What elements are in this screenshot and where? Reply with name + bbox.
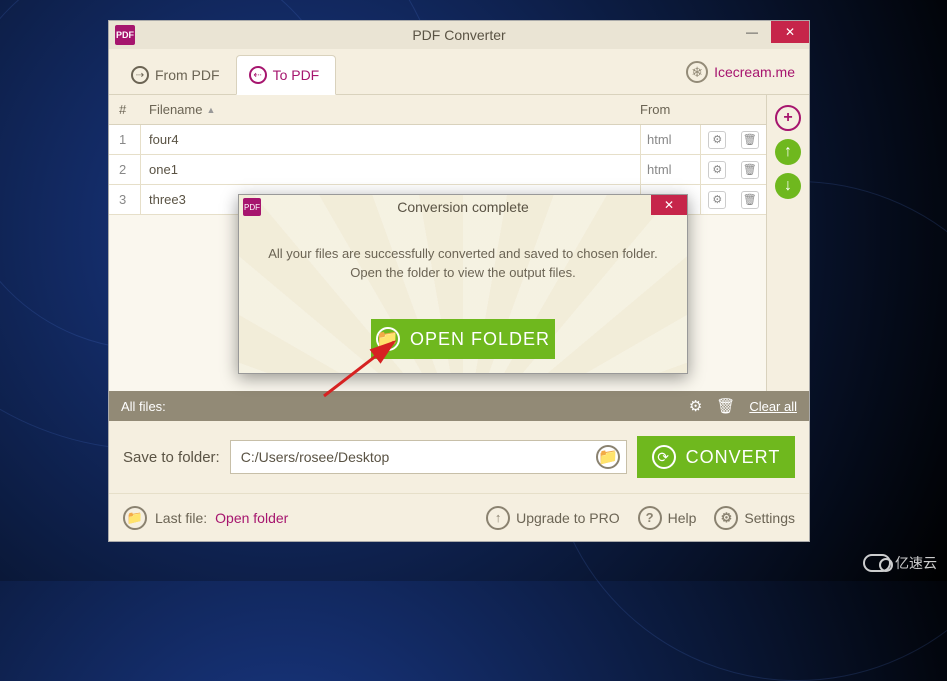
trash-icon: 🗑 <box>716 397 735 415</box>
row-from: html <box>640 125 700 154</box>
brand-link[interactable]: ❄ Icecream.me <box>686 61 795 83</box>
folder-icon: 📁 <box>123 506 147 530</box>
table-row[interactable]: 2 one1 html ⚙ 🗑 <box>109 155 766 185</box>
mode-tabs: ⇢ From PDF ⇠ To PDF ❄ Icecream.me <box>109 49 809 95</box>
gear-icon: ⚙ <box>714 506 738 530</box>
trash-icon[interactable]: 🗑 <box>741 191 759 209</box>
all-files-bar: All files: ⚙ 🗑 Clear all <box>109 391 809 421</box>
watermark-text: 亿速云 <box>895 553 937 573</box>
open-folder-link[interactable]: Open folder <box>215 510 288 526</box>
row-filename: one1 <box>141 162 640 177</box>
row-actions: ⚙ 🗑 <box>700 155 766 184</box>
last-file-section: 📁 Last file: Open folder <box>123 506 288 530</box>
open-folder-button[interactable]: 📁 OPEN FOLDER <box>371 319 555 359</box>
icecream-icon: ❄ <box>686 61 708 83</box>
col-filename[interactable]: Filename ▲ <box>141 102 640 117</box>
sort-ascending-icon: ▲ <box>206 105 215 115</box>
table-header: # Filename ▲ From <box>109 95 766 125</box>
row-number: 2 <box>109 155 141 184</box>
col-from[interactable]: From <box>640 102 700 117</box>
row-filename: four4 <box>141 132 640 147</box>
row-number: 3 <box>109 185 141 214</box>
row-from: html <box>640 155 700 184</box>
dialog-close-button[interactable]: ✕ <box>651 195 687 215</box>
gear-icon[interactable]: ⚙ <box>708 191 726 209</box>
move-up-button[interactable]: ↑ <box>775 139 801 165</box>
add-file-button[interactable]: + <box>775 105 801 131</box>
settings-button[interactable]: ⚙ Settings <box>714 506 795 530</box>
all-files-gear-icon[interactable]: ⚙ <box>689 397 702 415</box>
settings-label: Settings <box>744 510 795 526</box>
save-to-folder-label: Save to folder: <box>123 449 220 466</box>
save-path-field-wrap: 📁 <box>230 440 627 474</box>
browse-folder-button[interactable]: 📁 <box>596 445 620 469</box>
app-icon: PDF <box>115 25 135 45</box>
gear-icon[interactable]: ⚙ <box>708 161 726 179</box>
row-number: 1 <box>109 125 141 154</box>
last-file-label: Last file: <box>155 510 207 526</box>
convert-button[interactable]: ⟳ CONVERT <box>637 436 795 478</box>
col-number[interactable]: # <box>109 102 141 117</box>
window-controls: — ✕ <box>733 21 809 43</box>
upgrade-label: Upgrade to PRO <box>516 510 620 526</box>
table-row[interactable]: 1 four4 html ⚙ 🗑 <box>109 125 766 155</box>
all-files-label: All files: <box>121 399 166 414</box>
side-buttons: + ↑ ↓ <box>767 95 809 391</box>
to-pdf-icon: ⇠ <box>249 66 267 84</box>
watermark: 亿速云 <box>863 553 937 573</box>
row-actions: ⚙ 🗑 <box>700 125 766 154</box>
tab-from-pdf[interactable]: ⇢ From PDF <box>119 56 236 94</box>
refresh-icon: ⟳ <box>652 445 676 469</box>
window-title: PDF Converter <box>109 27 809 43</box>
dialog-title: Conversion complete <box>239 199 687 215</box>
gear-icon[interactable]: ⚙ <box>708 131 726 149</box>
cloud-icon <box>863 554 891 572</box>
folder-icon: 📁 <box>598 447 618 467</box>
conversion-complete-dialog: PDF Conversion complete ✕ All your files… <box>238 194 688 374</box>
tab-label: From PDF <box>155 67 220 83</box>
folder-icon: 📁 <box>376 327 400 351</box>
save-row: Save to folder: 📁 ⟳ CONVERT <box>109 421 809 493</box>
minimize-button[interactable]: — <box>733 21 771 43</box>
titlebar: PDF PDF Converter — ✕ <box>109 21 809 49</box>
row-actions: ⚙ 🗑 <box>700 185 766 214</box>
dialog-titlebar: PDF Conversion complete ✕ <box>239 195 687 219</box>
from-pdf-icon: ⇢ <box>131 66 149 84</box>
help-button[interactable]: ? Help <box>638 506 697 530</box>
col-filename-label: Filename <box>149 102 202 117</box>
convert-label: CONVERT <box>686 447 781 468</box>
dialog-message-line1: All your files are successfully converte… <box>268 244 658 264</box>
upgrade-button[interactable]: ↑ Upgrade to PRO <box>486 506 620 530</box>
dialog-message-line2: Open the folder to view the output files… <box>350 263 575 283</box>
trash-icon[interactable]: 🗑 <box>741 131 759 149</box>
open-folder-label: OPEN FOLDER <box>410 329 550 350</box>
clear-all-link[interactable]: Clear all <box>749 399 797 414</box>
dialog-body: All your files are successfully converte… <box>239 219 687 307</box>
move-down-button[interactable]: ↓ <box>775 173 801 199</box>
tab-to-pdf[interactable]: ⇠ To PDF <box>236 55 337 95</box>
trash-icon[interactable]: 🗑 <box>741 161 759 179</box>
help-label: Help <box>668 510 697 526</box>
upgrade-icon: ↑ <box>486 506 510 530</box>
save-path-input[interactable] <box>241 449 596 465</box>
brand-text: Icecream.me <box>714 64 795 80</box>
tab-label: To PDF <box>273 67 320 83</box>
help-icon: ? <box>638 506 662 530</box>
footer: 📁 Last file: Open folder ↑ Upgrade to PR… <box>109 493 809 541</box>
close-button[interactable]: ✕ <box>771 21 809 43</box>
